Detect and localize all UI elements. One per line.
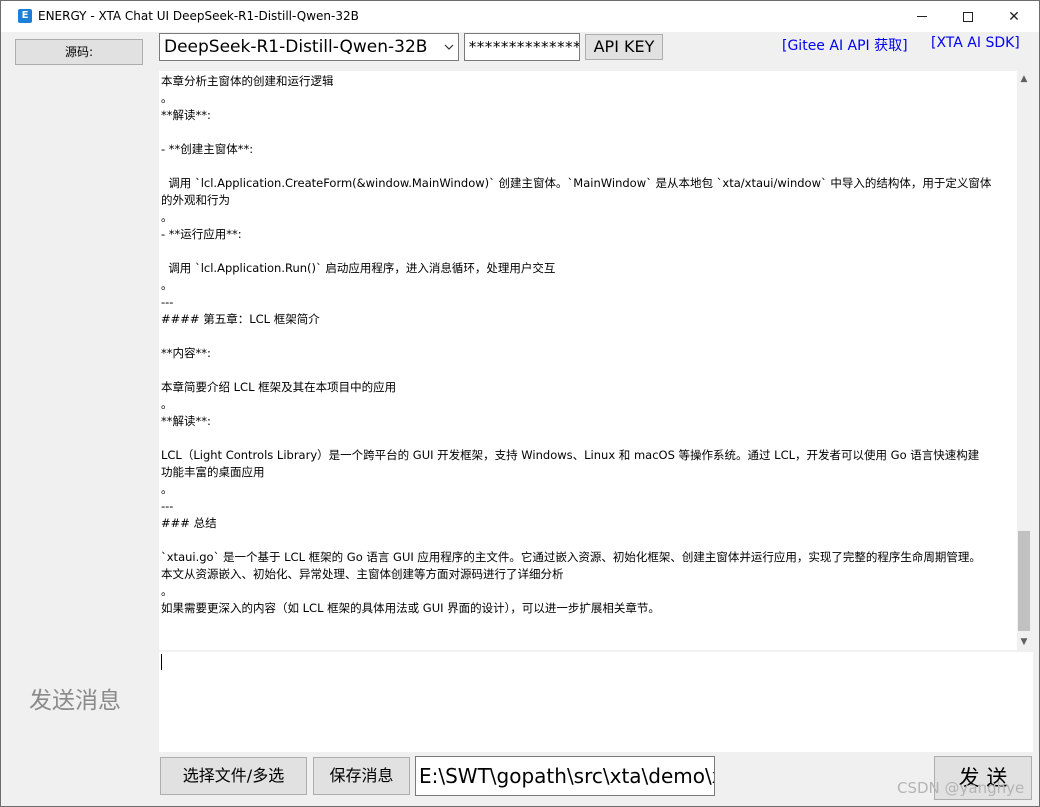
chat-line: **解读**: (161, 108, 211, 122)
save-message-button[interactable]: 保存消息 (313, 757, 410, 795)
minimize-icon (917, 16, 927, 17)
chat-line: 的外观和行为 (161, 193, 230, 207)
chat-line: ### 总结 (161, 516, 217, 530)
chat-line (161, 362, 1015, 379)
chevron-down-icon (444, 44, 454, 50)
chat-scrollbar[interactable]: ▲ ▼ (1017, 71, 1031, 650)
scroll-down-icon[interactable]: ▼ (1017, 634, 1031, 650)
chat-line: 功能丰富的桌面应用 (161, 465, 265, 479)
model-select-value: DeepSeek-R1-Distill-Qwen-32B (164, 37, 428, 57)
chat-line: 。 (161, 91, 173, 105)
chat-line: 本章分析主窗体的创建和运行逻辑 (161, 74, 334, 88)
minimize-button[interactable] (899, 1, 945, 32)
api-key-button[interactable]: API KEY (585, 34, 663, 60)
chat-line: 本章简要介绍 LCL 框架及其在本项目中的应用 (161, 380, 397, 394)
chat-line: 。 (161, 210, 173, 224)
chat-line: - **创建主窗体**: (161, 142, 254, 156)
chat-line (161, 124, 1015, 141)
scroll-up-icon[interactable]: ▲ (1017, 71, 1031, 87)
chat-line: --- (161, 295, 174, 309)
csdn-watermark: CSDN @yanghye (897, 779, 1025, 797)
api-key-input[interactable]: ****************** (464, 33, 580, 61)
chat-line (161, 532, 1015, 549)
app-window: E ENERGY - XTA Chat UI DeepSeek-R1-Disti… (0, 0, 1040, 807)
maximize-button[interactable] (945, 1, 991, 32)
source-button[interactable]: 源码: (15, 39, 143, 65)
chat-line (161, 328, 1015, 345)
scrollbar-thumb[interactable] (1018, 531, 1030, 631)
chat-line: - **运行应用**: (161, 227, 242, 241)
chat-line: 。 (161, 482, 173, 496)
title-bar[interactable]: E ENERGY - XTA Chat UI DeepSeek-R1-Disti… (1, 1, 1039, 32)
chat-line: 。 (161, 397, 173, 411)
window-title: ENERGY - XTA Chat UI DeepSeek-R1-Distill… (38, 9, 359, 23)
chat-line (161, 158, 1015, 175)
model-select[interactable]: DeepSeek-R1-Distill-Qwen-32B (159, 33, 459, 61)
chat-line: --- (161, 499, 174, 513)
chat-line: `xtaui.go` 是一个基于 LCL 框架的 Go 语言 GUI 应用程序的… (161, 550, 981, 564)
chat-line: **解读**: (161, 414, 211, 428)
file-path-input[interactable]: E:\SWT\gopath\src\xta\demo\xta (415, 756, 715, 796)
maximize-icon (963, 11, 973, 22)
text-caret (161, 654, 162, 670)
message-input[interactable] (159, 652, 1033, 752)
chat-line: #### 第五章：LCL 框架简介 (161, 312, 320, 326)
chat-line: 。 (161, 278, 173, 292)
chat-line (161, 243, 1015, 260)
close-button[interactable]: ✕ (991, 1, 1037, 32)
send-message-label: 发送消息 (29, 688, 121, 714)
chat-content: 本章分析主窗体的创建和运行逻辑。 **解读**: - **创建主窗体**: 调用 `… (159, 71, 1017, 617)
xta-ai-sdk-link[interactable]: [XTA AI SDK] (931, 35, 1020, 51)
chat-line: 本文从资源嵌入、初始化、异常处理、主窗体创建等方面对源码进行了详细分析 (161, 567, 564, 581)
chat-line (161, 430, 1015, 447)
select-files-button[interactable]: 选择文件/多选 (160, 757, 307, 795)
gitee-ai-api-link[interactable]: [Gitee AI API 获取] (782, 35, 908, 55)
chat-output[interactable]: 本章分析主窗体的创建和运行逻辑。 **解读**: - **创建主窗体**: 调用 `… (159, 71, 1017, 650)
chat-line: **内容**: (161, 346, 211, 360)
chat-line: 如果需要更深入的内容（如 LCL 框架的具体用法或 GUI 界面的设计），可以进… (161, 601, 660, 615)
chat-line: LCL（Light Controls Library）是一个跨平台的 GUI 开… (161, 448, 980, 462)
chat-line: 调用 `lcl.Application.CreateForm(&window.M… (161, 176, 992, 190)
close-icon: ✕ (1008, 8, 1020, 25)
chat-line: 调用 `lcl.Application.Run()` 启动应用程序，进入消息循环… (161, 261, 556, 275)
chat-line: 。 (161, 584, 173, 598)
energy-app-icon: E (18, 9, 32, 23)
